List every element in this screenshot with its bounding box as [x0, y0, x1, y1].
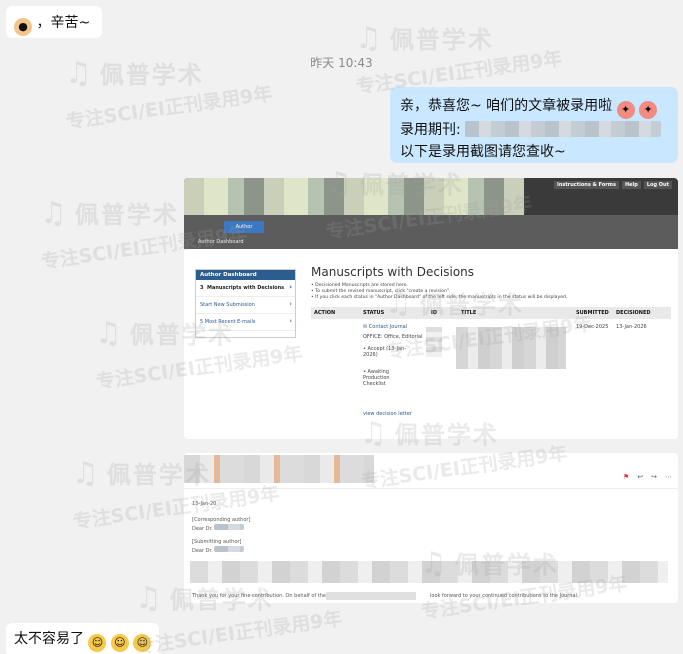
reply-line-1: 亲，恭喜您~ 咱们的文章被录用啦	[400, 98, 613, 114]
contact-journal-link: ✉ Contact Journal	[363, 324, 408, 330]
party-popper-emoji-icon: ✦	[639, 101, 658, 119]
sidebar-item-recent-emails: 5 Most Recent E-mails	[196, 314, 295, 331]
party-popper-emoji-icon: ✦	[616, 101, 635, 119]
sidebar-item-decisions: 3 Manuscripts with Decisions	[196, 280, 295, 297]
dear-line-2: Dear Dr.	[192, 546, 245, 555]
forward-icon: ↪	[651, 473, 657, 481]
email-date: 13-Jan-20	[192, 501, 217, 507]
email-footer-left: Thank you for your fine contribution. On…	[192, 593, 327, 599]
email-toolbar: ⚑ ↩ ↪ ⋯	[623, 473, 672, 481]
view-decision-letter-link: view decision letter	[363, 411, 412, 417]
header-links: Instructions & Forms Help Log Out	[553, 181, 672, 189]
column-action: ACTION	[314, 310, 336, 316]
status-accept: • Accept (13-Jan-2026)	[363, 346, 407, 358]
dashboard-breadcrumb: Author Dashboard	[198, 239, 244, 245]
portal-nav: Author Author Dashboard	[184, 215, 678, 249]
submitted-date: 19-Dec-2025	[576, 324, 609, 330]
email-header: ⚑ ↩ ↪ ⋯	[184, 453, 678, 489]
help-link: Help	[621, 181, 641, 189]
laughing-emoji-icon: ☺	[110, 634, 129, 652]
message-bubble-outgoing: 亲，恭喜您~ 咱们的文章被录用啦 ✦ ✦ 录用期刊: 以下是录用截图请您查收~	[390, 87, 678, 163]
redacted-email-subject	[184, 455, 374, 483]
corresponding-author-label: [Corresponding author]	[192, 517, 251, 523]
decisioned-date: 13-Jan-2026	[616, 324, 647, 330]
status-office: OFFICE: Office, Editorial	[363, 334, 423, 340]
column-id: ID	[431, 310, 438, 316]
author-dashboard-sidebar: Author Dashboard 3 Manuscripts with Deci…	[195, 269, 296, 338]
redacted-journal-banner	[184, 178, 524, 215]
submitting-author-label: [Submitting author]	[192, 539, 242, 545]
portal-header: Instructions & Forms Help Log Out	[184, 178, 678, 215]
email-footer-right: look forward to your continued contribut…	[430, 593, 579, 599]
table-header: ACTION STATUS ID TITLE SUBMITTED DECISIO…	[311, 307, 671, 319]
message-text: ，辛苦~	[36, 15, 91, 31]
laughing-emoji-icon: ☺	[88, 634, 107, 652]
logout-link: Log Out	[643, 181, 672, 189]
instructions-link: Instructions & Forms	[553, 181, 619, 189]
column-submitted: SUBMITTED	[576, 310, 609, 316]
column-decisioned: DECISIONED	[616, 310, 651, 316]
author-tab: Author	[224, 221, 264, 233]
redacted-journal-in-letter	[326, 592, 416, 600]
redacted-journal-name	[465, 121, 662, 137]
column-status: STATUS	[363, 310, 385, 316]
sidebar-title: Author Dashboard	[196, 270, 295, 280]
acceptance-screenshot-email[interactable]: ⚑ ↩ ↪ ⋯ 13-Jan-20 [Corresponding author]…	[184, 453, 678, 603]
reply-line-3: 以下是录用截图请您查收~	[400, 144, 566, 160]
panel-instructions: • Decisioned Manuscripts are stored here…	[311, 283, 568, 300]
message-text: 太不容易了	[14, 631, 84, 647]
more-icon: ⋯	[665, 473, 672, 481]
decisions-panel: Manuscripts with Decisions • Decisioned …	[311, 265, 671, 417]
sidebar-item-new-submission: Start New Submission	[196, 297, 295, 314]
redacted-letter-body	[190, 561, 668, 583]
panel-title: Manuscripts with Decisions	[311, 265, 475, 279]
redacted-manuscript-title	[456, 327, 566, 369]
message-bubble-incoming: 太不容易了 ☺ ☺ ☺	[6, 623, 160, 654]
watermark: 佩普学术专注SCI/EI正刊录用9年	[355, 20, 564, 98]
reply-icon: ↩	[637, 473, 644, 481]
flag-icon: ⚑	[622, 473, 630, 481]
status-awaiting: • Awaiting Production Checklist	[363, 369, 390, 387]
redacted-manuscript-id	[426, 327, 442, 357]
dear-line-1: Dear Dr.	[192, 524, 245, 533]
acceptance-screenshot-dashboard[interactable]: Instructions & Forms Help Log Out Author…	[184, 178, 678, 439]
message-timestamp: 昨天 10:43	[310, 56, 373, 70]
portal-body: Author Dashboard 3 Manuscripts with Deci…	[184, 249, 678, 439]
column-title: TITLE	[461, 310, 477, 316]
journal-label: 录用期刊:	[400, 122, 461, 138]
message-bubble-incoming: ● ，辛苦~	[6, 6, 102, 38]
laughing-emoji-icon: ☺	[133, 634, 152, 652]
ok-hand-emoji-icon: ●	[14, 18, 32, 36]
